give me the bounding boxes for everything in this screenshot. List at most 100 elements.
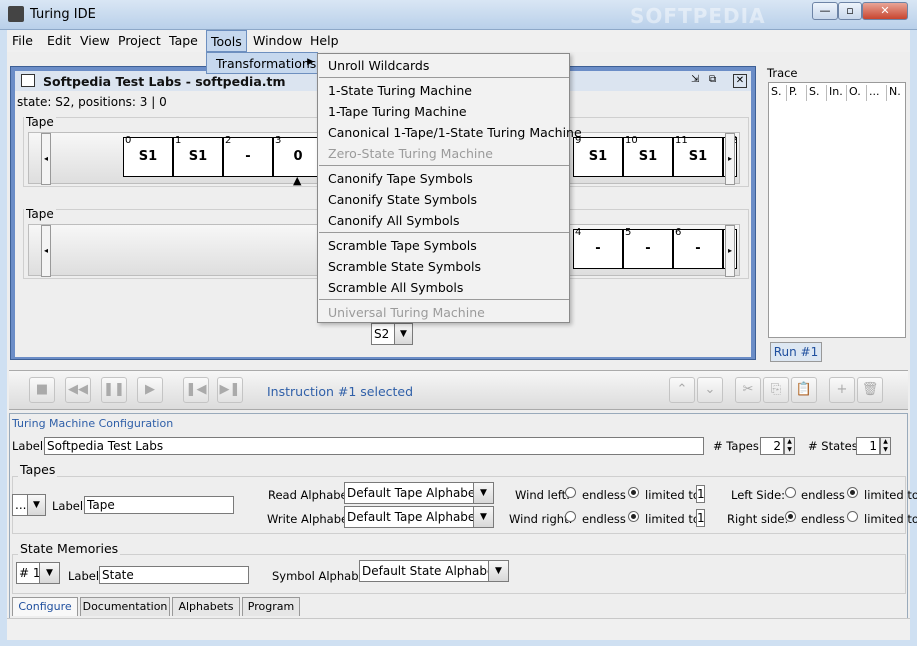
menu-scramble-all[interactable]: Scramble All Symbols [328,280,463,295]
tape-cell[interactable]: 10 S1 [623,135,673,177]
config-section-title: Turing Machine Configuration [12,417,174,430]
trace-col[interactable]: P. [787,85,807,101]
tape-1-scroll-right[interactable]: ▸ [725,133,735,185]
step-forward-icon[interactable]: ▶❚ [217,377,243,403]
tape-2-scroll-left[interactable]: ◂ [41,225,51,277]
maximize-button[interactable]: ▫ [838,2,862,20]
left-side-endless-radio[interactable] [785,487,796,498]
tape-cell[interactable]: 30 [273,135,323,177]
menu-tools[interactable]: Tools [206,30,247,52]
menu-file[interactable]: File [12,33,33,48]
symbol-alphabet-combo[interactable]: Default State Alphabet ▼ [359,560,509,582]
wind-right-endless-radio[interactable] [565,511,576,522]
right-side-limited-radio[interactable] [847,511,858,522]
transformations-submenu-item[interactable]: Transformations ▶ [206,52,318,74]
tape-1-scroll-left[interactable]: ◂ [41,133,51,185]
tapes-spinner[interactable]: ▲ ▼ [784,437,795,455]
menu-1-tape-tm[interactable]: 1-Tape Turing Machine [328,104,467,119]
menu-canonify-state[interactable]: Canonify State Symbols [328,192,477,207]
menu-view[interactable]: View [80,33,110,48]
tab-alphabets[interactable]: Alphabets [172,597,240,616]
wind-left-limited-radio[interactable] [628,487,639,498]
move-down-icon[interactable]: ⌄ [697,377,723,403]
left-side-caption: Left Side: [731,488,786,502]
menu-tape[interactable]: Tape [169,33,198,48]
trace-col[interactable]: O. [847,85,867,101]
cut-icon[interactable]: ✂ [735,377,761,403]
menu-edit[interactable]: Edit [47,33,71,48]
wind-right-limit-field[interactable] [696,509,705,527]
tape-select-combo[interactable]: ... ▼ [12,494,46,516]
machine-label-field[interactable] [44,437,704,455]
play-icon[interactable]: ▶ [137,377,163,403]
menu-canonify-all[interactable]: Canonify All Symbols [328,213,459,228]
menu-zero-state-tm: Zero-State Turing Machine [328,146,493,161]
tapes-count-field[interactable] [760,437,784,455]
tab-documentation[interactable]: Documentation [80,597,170,616]
wind-left-caption: Wind left: [515,488,571,502]
wind-right-limited-radio[interactable] [628,511,639,522]
tape-cell[interactable]: 2- [223,135,273,177]
move-up-icon[interactable]: ⌃ [669,377,695,403]
menu-project[interactable]: Project [118,33,161,48]
wind-left-limit-field[interactable] [696,485,705,503]
step-back-icon[interactable]: ❚◀ [183,377,209,403]
trace-col[interactable]: ... [867,85,887,101]
add-icon[interactable]: + [829,377,855,403]
trace-col[interactable]: S. [807,85,827,101]
chevron-down-icon: ▼ [473,483,493,503]
close-frame-icon[interactable]: ✕ [733,74,747,88]
trace-col[interactable]: N. [887,85,907,101]
tape-cell[interactable]: 11 S1 [673,135,723,177]
menu-unroll-wildcards[interactable]: Unroll Wildcards [328,58,429,73]
iconify-icon[interactable]: ⇲ [691,74,705,88]
states-spinner[interactable]: ▲ ▼ [880,437,891,455]
menu-scramble-tape[interactable]: Scramble Tape Symbols [328,238,477,253]
tape-cell[interactable]: 5- [623,227,673,269]
tape-2-label: Tape [24,207,56,221]
state-line: state: S2, positions: 3 | 0 [17,95,167,109]
minimize-button[interactable]: — [812,2,838,20]
right-side-endless-radio[interactable] [785,511,796,522]
tape-2-scroll-right[interactable]: ▸ [725,225,735,277]
tape-cell[interactable]: 6- [673,227,723,269]
menu-scramble-state[interactable]: Scramble State Symbols [328,259,481,274]
tape-cell[interactable]: 4- [573,227,623,269]
tape-1-label: Tape [24,115,56,129]
menu-canonify-tape[interactable]: Canonify Tape Symbols [328,171,473,186]
wind-left-endless-radio[interactable] [565,487,576,498]
machine-frame-title: Softpedia Test Labs - softpedia.tm [43,74,286,89]
tab-program[interactable]: Program [242,597,300,616]
tape-cell[interactable]: 9 S1 [573,135,623,177]
trace-col[interactable]: S. [769,85,787,101]
left-side-limited-radio[interactable] [847,487,858,498]
trace-col[interactable]: In. [827,85,847,101]
pause-icon[interactable]: ❚❚ [101,377,127,403]
write-alphabet-combo[interactable]: Default Tape Alphabet ▼ [344,506,494,528]
paste-icon[interactable]: 📋 [791,377,817,403]
transformations-popup-menu: Unroll Wildcards 1-State Turing Machine … [317,53,582,323]
state-label-caption: Label: [68,569,103,583]
menu-canonical-tm[interactable]: Canonical 1-Tape/1-State Turing Machine [328,125,582,140]
menu-window[interactable]: Window [253,33,302,48]
tape-label-field[interactable] [84,496,234,514]
tape-cell[interactable]: 1 S1 [173,135,223,177]
trace-tab-run1[interactable]: Run #1 [770,342,822,362]
rewind-icon[interactable]: ◀◀ [65,377,91,403]
stop-icon[interactable]: ■ [29,377,55,403]
close-button[interactable]: ✕ [862,2,908,20]
state-label-field[interactable] [99,566,249,584]
tape-cell[interactable]: 0 S1 [123,135,173,177]
state-memory-combo[interactable]: # 1 ▼ [16,562,60,584]
state-combo[interactable]: S2 ▼ [371,323,413,345]
read-alphabet-combo[interactable]: Default Tape Alphabet ▼ [344,482,494,504]
menu-1-state-tm[interactable]: 1-State Turing Machine [328,83,472,98]
wind-right-caption: Wind right: [509,512,573,526]
menu-help[interactable]: Help [310,33,339,48]
copy-icon[interactable]: ⎘ [763,377,789,403]
maximize-frame-icon[interactable]: ⧉ [709,74,723,88]
states-count-field[interactable] [856,437,880,455]
toolbar-status: Instruction #1 selected [267,384,414,399]
delete-icon[interactable]: 🗑 [857,377,883,403]
tab-configure[interactable]: Configure [12,597,78,616]
